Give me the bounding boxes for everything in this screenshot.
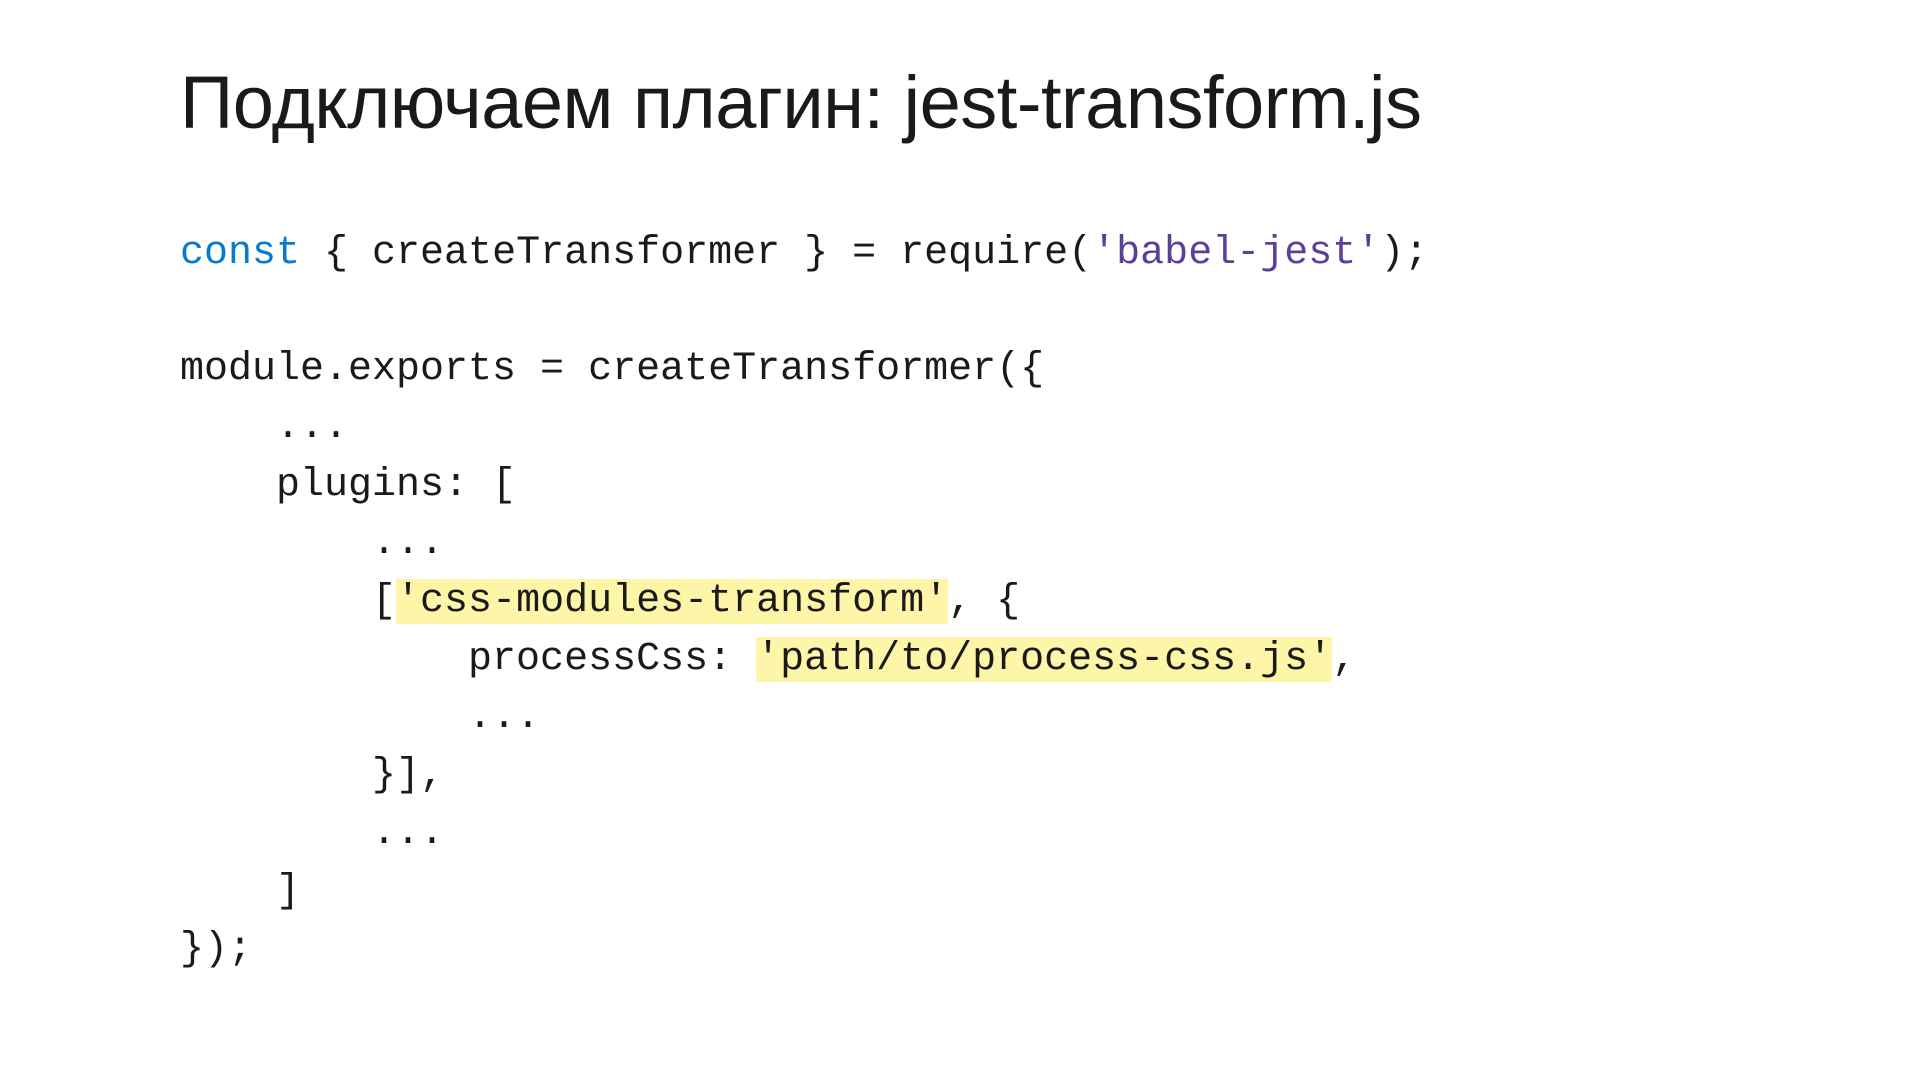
code-text: ,: [1332, 637, 1356, 682]
code-keyword: const: [180, 231, 300, 276]
code-block: const { createTransformer } = require('b…: [180, 225, 1740, 979]
code-string: 'babel-jest': [1092, 231, 1380, 276]
code-text: );: [1380, 231, 1428, 276]
code-highlight: 'path/to/process-css.js': [756, 637, 1332, 682]
code-line: ...: [180, 695, 540, 740]
code-line: ...: [180, 521, 444, 566]
slide: Подключаем плагин: jest-transform.js con…: [0, 0, 1920, 1039]
slide-title: Подключаем плагин: jest-transform.js: [180, 60, 1740, 145]
code-text: [: [180, 579, 396, 624]
code-text: , {: [948, 579, 1020, 624]
code-line: ...: [180, 811, 444, 856]
code-text: { createTransformer } = require(: [300, 231, 1092, 276]
code-line: plugins: [: [180, 463, 516, 508]
code-line: }],: [180, 753, 444, 798]
code-line: module.exports = createTransformer({: [180, 347, 1044, 392]
code-line: ...: [180, 405, 348, 450]
code-text: processCss:: [180, 637, 756, 682]
code-highlight: 'css-modules-transform': [396, 579, 948, 624]
code-line: ]: [180, 869, 300, 914]
code-line: });: [180, 927, 252, 972]
